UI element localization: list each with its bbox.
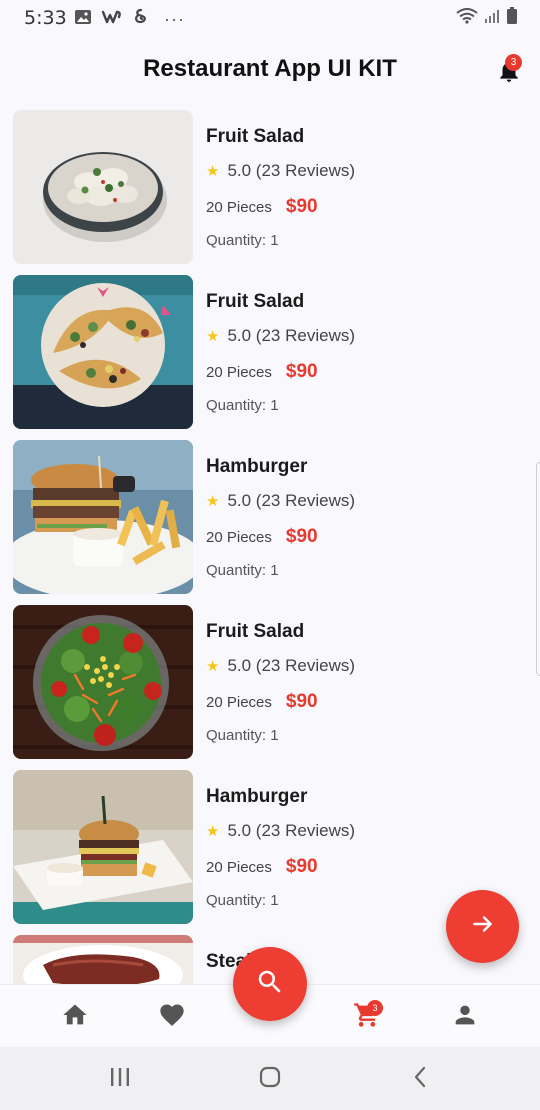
food-pieces: 20 Pieces: [206, 694, 272, 711]
search-button[interactable]: [233, 947, 307, 1021]
food-pieces: 20 Pieces: [206, 859, 272, 876]
list-item[interactable]: Fruit Salad ★ 5.0 (23 Reviews) 20 Pieces …: [13, 605, 523, 770]
food-name: Hamburger: [206, 786, 308, 807]
arrow-right-icon: [470, 911, 496, 942]
food-quantity: Quantity: 1: [206, 232, 279, 249]
food-name: Fruit Salad: [206, 126, 305, 147]
page-title: Restaurant App UI KIT: [143, 55, 397, 82]
app-screen: 5:33 ··· Restaurant App UI KIT 3 Fruit S…: [0, 0, 540, 1110]
food-rating: ★ 5.0 (23 Reviews): [206, 656, 355, 676]
search-icon: [255, 967, 285, 1002]
status-bar: 5:33 ···: [0, 0, 540, 34]
w-app-icon: [101, 9, 122, 30]
food-image-dumplings: [13, 110, 193, 264]
system-navigation-bar: [0, 1047, 540, 1110]
star-icon: ★: [206, 163, 220, 180]
signal-icon: [484, 8, 500, 29]
star-icon: ★: [206, 493, 220, 510]
nav-home-button[interactable]: [60, 1002, 90, 1032]
food-quantity: Quantity: 1: [206, 397, 279, 414]
home-system-button[interactable]: [255, 1065, 285, 1093]
nav-favorites-button[interactable]: [157, 1002, 187, 1032]
food-price: $90: [285, 691, 318, 712]
star-icon: ★: [206, 658, 220, 675]
food-price: $90: [285, 361, 318, 382]
food-price: $90: [285, 196, 318, 217]
home-icon: [61, 1001, 89, 1034]
pieces-price-row: 20 Pieces $90: [206, 526, 318, 548]
more-notifications-icon: ···: [164, 9, 185, 29]
status-time: 5:33: [24, 7, 67, 29]
wifi-icon: [456, 8, 478, 29]
person-icon: [451, 1001, 479, 1034]
star-icon: ★: [206, 823, 220, 840]
battery-icon: [506, 7, 518, 30]
rating-text: 5.0 (23 Reviews): [227, 491, 356, 510]
food-rating: ★ 5.0 (23 Reviews): [206, 821, 355, 841]
back-button[interactable]: [406, 1065, 436, 1093]
gallery-icon: [74, 9, 92, 30]
rating-text: 5.0 (23 Reviews): [227, 821, 356, 840]
food-image-burger-plate: [13, 770, 193, 924]
pieces-price-row: 20 Pieces $90: [206, 361, 318, 383]
food-image-steak: [13, 935, 193, 985]
rating-text: 5.0 (23 Reviews): [227, 326, 356, 345]
list-item[interactable]: Fruit Salad ★ 5.0 (23 Reviews) 20 Pieces …: [13, 110, 523, 275]
status-notification-icons: ···: [74, 8, 185, 31]
food-image-salad: [13, 605, 193, 759]
heart-icon: [158, 1001, 186, 1034]
food-quantity: Quantity: 1: [206, 892, 279, 909]
food-pieces: 20 Pieces: [206, 199, 272, 216]
food-name: Fruit Salad: [206, 291, 305, 312]
recent-apps-button[interactable]: [105, 1065, 135, 1093]
list-item[interactable]: Hamburger ★ 5.0 (23 Reviews) 20 Pieces $9…: [13, 770, 523, 935]
nav-profile-button[interactable]: [450, 1002, 480, 1032]
pieces-price-row: 20 Pieces $90: [206, 196, 318, 218]
food-name: Hamburger: [206, 456, 308, 477]
notification-badge: 3: [505, 54, 522, 71]
food-quantity: Quantity: 1: [206, 562, 279, 579]
pieces-price-row: 20 Pieces $90: [206, 856, 318, 878]
list-item[interactable]: Fruit Salad ★ 5.0 (23 Reviews) 20 Pieces …: [13, 275, 523, 440]
food-rating: ★ 5.0 (23 Reviews): [206, 491, 355, 511]
next-button[interactable]: [446, 890, 519, 963]
app-header: Restaurant App UI KIT: [0, 40, 540, 100]
food-rating: ★ 5.0 (23 Reviews): [206, 326, 355, 346]
rating-text: 5.0 (23 Reviews): [227, 161, 356, 180]
food-pieces: 20 Pieces: [206, 529, 272, 546]
back-chevron-icon: [409, 1065, 433, 1094]
list-item[interactable]: Hamburger ★ 5.0 (23 Reviews) 20 Pieces $9…: [13, 440, 523, 605]
scroll-indicator[interactable]: [536, 462, 540, 676]
star-icon: ★: [206, 328, 220, 345]
food-pieces: 20 Pieces: [206, 364, 272, 381]
food-price: $90: [285, 526, 318, 547]
rating-text: 5.0 (23 Reviews): [227, 656, 356, 675]
food-list[interactable]: Fruit Salad ★ 5.0 (23 Reviews) 20 Pieces …: [13, 110, 523, 985]
food-rating: ★ 5.0 (23 Reviews): [206, 161, 355, 181]
cart-badge: 3: [367, 1000, 383, 1016]
home-circle-icon: [258, 1065, 282, 1094]
food-quantity: Quantity: 1: [206, 727, 279, 744]
food-name: Fruit Salad: [206, 621, 305, 642]
swirl-app-icon: [132, 8, 150, 31]
status-system-icons: [456, 7, 518, 30]
recent-apps-icon: [108, 1066, 132, 1093]
food-image-tacos: [13, 275, 193, 429]
pieces-price-row: 20 Pieces $90: [206, 691, 318, 713]
food-image-burger-fries: [13, 440, 193, 594]
food-price: $90: [285, 856, 318, 877]
